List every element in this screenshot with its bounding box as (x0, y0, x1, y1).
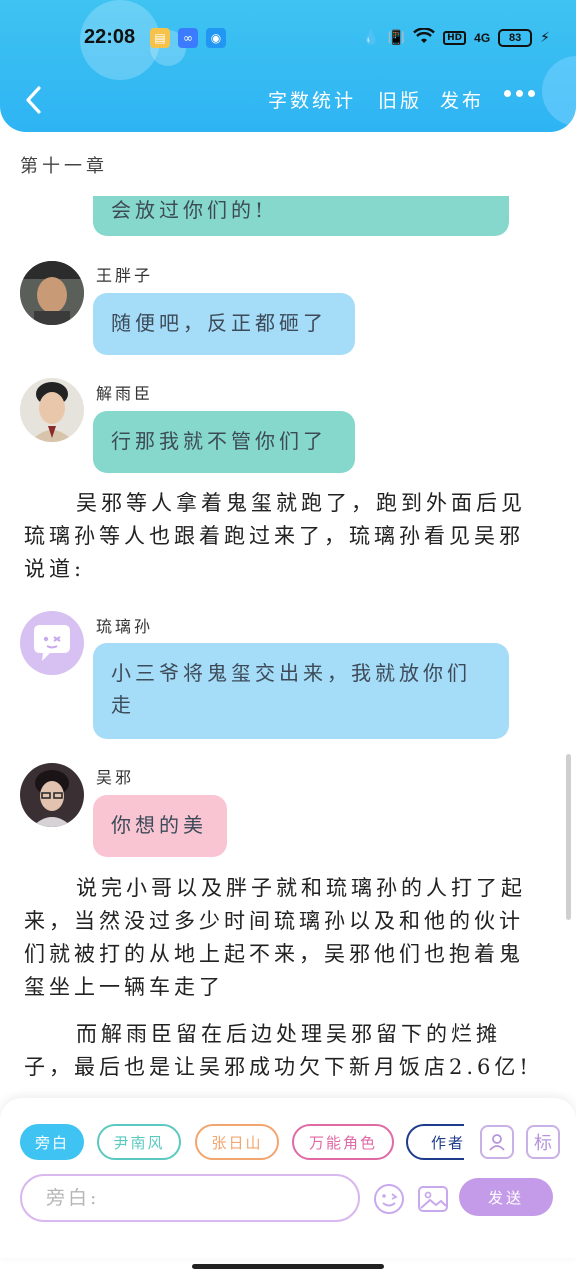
speaker-name: 解雨臣 (96, 384, 154, 403)
nav-bar: 字数统计 旧版 发布 (0, 80, 576, 124)
wifi-icon (413, 27, 435, 48)
message-bubble: 随便吧，反正都砸了 (93, 293, 355, 355)
camera-app-icon: ◉ (206, 28, 226, 48)
avatar[interactable] (20, 378, 84, 442)
message-text: 小三爷将鬼玺交出来，我就放你们走 (111, 661, 471, 717)
scrollbar-thumb[interactable] (566, 754, 571, 920)
battery-icon: 83 (498, 29, 533, 47)
compose-panel: 旁白 尹南风 张日山 万能角色 作者 标 发送 (0, 1098, 576, 1258)
avatar[interactable] (20, 763, 84, 827)
tag-icon[interactable]: 标 (526, 1125, 560, 1159)
vibrate-icon: 📳 (387, 30, 406, 46)
image-icon[interactable] (416, 1182, 450, 1216)
narration-paragraph: 说完小哥以及胖子就和琉璃孙的人打了起来，当然没过多少时间琉璃孙以及和他的伙计们就… (24, 876, 526, 999)
message-input-wrapper (20, 1174, 360, 1222)
back-button[interactable] (18, 82, 48, 118)
message-text: 随便吧，反正都砸了 (111, 311, 327, 335)
notes-app-icon: ▤ (150, 28, 170, 48)
message-bubble: 会放过你们的! (93, 196, 509, 236)
infinity-app-icon: ∞ (178, 28, 198, 48)
narration-paragraph: 吴邪等人拿着鬼玺就跑了，跑到外面后见琉璃孙等人也跟着跑过来了，琉璃孙看见吴邪说道… (24, 491, 526, 581)
speaker-name: 琉璃孙 (96, 617, 154, 636)
charging-icon: ⚡ (540, 30, 550, 46)
chapter-title: 第十一章 (20, 156, 108, 177)
speaker-name: 吴邪 (96, 768, 135, 787)
message-text: 会放过你们的! (111, 198, 268, 222)
chat-bubble-icon (34, 625, 70, 661)
message-bubble: 小三爷将鬼玺交出来，我就放你们走 (93, 643, 509, 739)
network-label: 4G (474, 31, 491, 45)
speaker-name: 王胖子 (96, 266, 154, 285)
person-card-icon[interactable] (480, 1125, 514, 1159)
old-version-link[interactable]: 旧版 (378, 86, 422, 113)
role-chip[interactable]: 张日山 (195, 1124, 279, 1160)
avatar[interactable] (20, 261, 84, 325)
role-chip[interactable]: 作者 (406, 1124, 464, 1160)
role-chip[interactable]: 万能角色 (292, 1124, 394, 1160)
message-bubble: 你想的美 (93, 795, 227, 857)
water-drop-icon: 💧 (362, 30, 380, 46)
message-text: 你想的美 (111, 813, 207, 837)
hd-icon: HD (443, 31, 467, 45)
word-count-link[interactable]: 字数统计 (268, 86, 356, 113)
avatar[interactable] (20, 611, 84, 675)
narration-paragraph: 而解雨臣留在后边处理吴邪留下的烂摊子，最后也是让吴邪成功欠下新月饭店2.6亿! (24, 1022, 532, 1079)
message-text: 行那我就不管你们了 (111, 429, 327, 453)
status-bar: 22:08 ▤ ∞ ◉ 💧 📳 HD 4G 83 ⚡ (0, 18, 576, 58)
message-bubble: 行那我就不管你们了 (93, 411, 355, 473)
publish-link[interactable]: 发布 (440, 86, 484, 113)
emoji-icon[interactable] (372, 1182, 406, 1216)
chevron-left-icon (26, 86, 41, 114)
role-chip-clip: 作者 (406, 1124, 464, 1160)
role-chip[interactable]: 尹南风 (97, 1124, 181, 1160)
home-indicator[interactable] (192, 1264, 384, 1269)
role-chip-narrator[interactable]: 旁白 (20, 1124, 84, 1160)
more-options-button[interactable] (504, 90, 535, 97)
clock: 22:08 (84, 26, 136, 48)
app-header: 22:08 ▤ ∞ ◉ 💧 📳 HD 4G 83 ⚡ 字数统计 旧版 发布 (0, 0, 576, 132)
message-input[interactable] (22, 1176, 358, 1220)
send-button[interactable]: 发送 (459, 1178, 553, 1216)
status-right: 💧 📳 HD 4G 83 ⚡ (362, 27, 550, 48)
